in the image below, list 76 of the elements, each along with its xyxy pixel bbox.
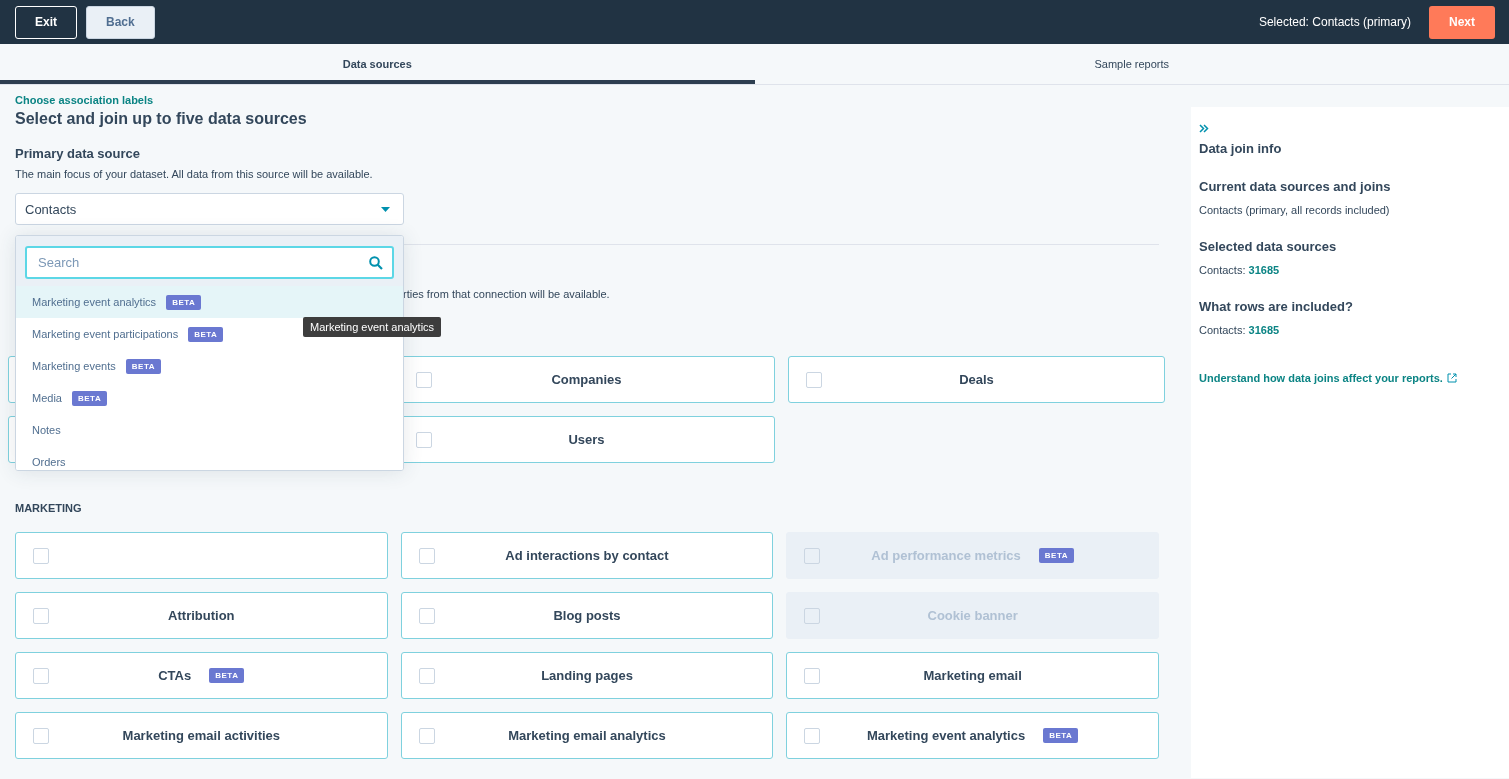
section-heading: Primary data source [15, 146, 141, 161]
source-label: Marketing email analytics [508, 728, 666, 743]
back-button[interactable]: Back [86, 5, 155, 39]
section-description: rties from that connection will be available. [403, 288, 611, 300]
section-heading: MARKETING [15, 502, 83, 514]
panel-heading: What rows are included? [1199, 299, 1354, 314]
beta-badge: BETA [166, 294, 202, 310]
checkbox[interactable] [33, 547, 49, 564]
beta-badge: BETA [71, 390, 108, 406]
source-card[interactable]: Marketing event analytics BETA [786, 712, 1159, 759]
source-card[interactable]: CTAs BETA [15, 652, 388, 699]
checkbox[interactable] [418, 547, 435, 564]
double-chevron-icon[interactable] [1199, 124, 1209, 133]
panel-heading: Selected data sources [1199, 239, 1338, 254]
source-card[interactable] [15, 532, 388, 579]
external-link-icon [1446, 373, 1457, 383]
source-card[interactable]: Deals [788, 356, 1165, 403]
dropdown-item[interactable]: Marketing events BETA [16, 350, 403, 382]
beta-badge: BETA [1038, 548, 1075, 563]
source-card[interactable]: Marketing email [786, 652, 1159, 699]
source-label: Cookie banner [927, 608, 1018, 623]
panel-text: Contacts: 31685 [1199, 324, 1281, 336]
checkbox[interactable] [804, 727, 821, 744]
search-field[interactable]: Search [25, 246, 394, 279]
dropdown-item[interactable]: Orders [16, 446, 403, 470]
source-label: Deals [959, 372, 994, 387]
page-title: Select and join up to five data sources [15, 110, 308, 128]
checkbox[interactable] [418, 607, 435, 624]
tooltip: Marketing event analytics [303, 317, 442, 337]
source-label: Users [568, 432, 605, 447]
checkbox[interactable] [33, 607, 49, 624]
beta-badge: BETA [1043, 728, 1079, 743]
source-card[interactable]: Blog posts [400, 592, 774, 639]
caret-icon [381, 206, 390, 212]
beta-badge: BETA [209, 668, 245, 683]
panel-title: Data join info [1199, 141, 1283, 156]
checkbox[interactable] [418, 727, 435, 744]
source-label: Ad interactions by contact [505, 548, 669, 563]
source-label: Landing pages [541, 668, 633, 683]
source-label: Attribution [168, 608, 235, 623]
checkbox[interactable] [804, 667, 821, 684]
tab[interactable]: Sample reports [754, 44, 1509, 84]
primary-source-select[interactable]: Contacts [15, 193, 404, 225]
source-label: Blog posts [553, 608, 621, 623]
association-labels-link[interactable]: Choose association labels [15, 94, 154, 106]
dropdown-item[interactable]: Marketing event analytics BETA [16, 286, 403, 318]
checkbox[interactable] [416, 371, 432, 388]
source-label: Marketing event analytics [866, 728, 1026, 743]
source-card[interactable]: Marketing email analytics [400, 712, 774, 759]
source-card[interactable]: Attribution [15, 592, 388, 639]
dropdown-item[interactable]: Notes [16, 414, 403, 446]
source-label: Marketing email [923, 668, 1022, 683]
panel-text: Contacts (primary, all records included) [1199, 204, 1391, 216]
beta-badge: BETA [125, 358, 161, 374]
panel-heading: Current data sources and joins [1199, 179, 1392, 194]
beta-badge: BETA [188, 326, 224, 342]
checkbox[interactable] [33, 727, 49, 744]
tab[interactable]: Data sources [0, 44, 755, 84]
source-card[interactable]: Landing pages [400, 652, 774, 699]
exit-button[interactable]: Exit [15, 5, 77, 39]
checkbox[interactable] [33, 667, 49, 684]
selected-source-text: Selected: Contacts (primary) [1258, 15, 1411, 29]
source-card[interactable]: Ad interactions by contact [400, 532, 774, 579]
search-icon [369, 255, 383, 270]
source-label: CTAs [158, 668, 192, 683]
checkbox[interactable] [416, 431, 432, 448]
section-description: The main focus of your dataset. All data from this source will be available. [15, 168, 374, 180]
panel-text: Contacts: 31685 [1199, 264, 1281, 276]
source-label: Companies [551, 372, 622, 387]
source-label: Marketing email activities [122, 728, 281, 743]
source-label: Ad performance metrics [871, 548, 1021, 563]
checkbox[interactable] [806, 371, 822, 388]
data-joins-link[interactable]: Understand how data joins affect your reports. [1199, 372, 1457, 384]
source-card[interactable]: Marketing email activities [15, 712, 388, 759]
checkbox[interactable] [418, 667, 435, 684]
dropdown-item[interactable]: Media BETA [16, 382, 403, 414]
